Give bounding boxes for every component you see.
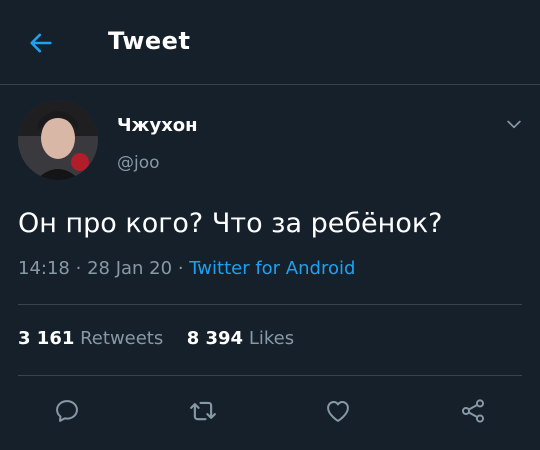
retweets-count: 3 161 [18,328,75,349]
retweets-label: Retweets [80,328,164,349]
heart-icon [327,401,349,422]
divider [18,304,522,305]
back-button[interactable] [24,26,58,60]
meta-separator: · [177,258,184,279]
share-button[interactable] [456,394,490,428]
tweet-stats: 3 161 Retweets 8 394 Likes [18,328,294,349]
likes-count: 8 394 [186,328,244,349]
likes-label: Likes [248,328,295,349]
retweet-button[interactable] [186,394,220,428]
tweet-source-link[interactable]: Twitter for Android [189,258,355,279]
user-handle[interactable]: @joo [117,153,160,173]
share-icon [461,399,485,423]
retweets-stat[interactable]: 3 161 Retweets [18,328,169,349]
tweet-meta: 14:18 · 28 Jan 20 · Twitter for Android [18,258,355,279]
chevron-down-icon [507,120,521,129]
more-options-button[interactable] [502,112,526,136]
tweet-text: Он про кого? Что за ребёнок? [18,208,443,239]
tweet-time[interactable]: 14:18 [18,258,70,279]
divider [18,375,522,376]
display-name[interactable]: Чжухон [117,115,198,136]
reply-icon [56,400,78,422]
arrow-left-icon [30,33,52,53]
page-title: Tweet [108,27,191,55]
like-button[interactable] [321,394,355,428]
likes-stat[interactable]: 8 394 Likes [187,328,294,349]
reply-button[interactable] [50,394,84,428]
avatar[interactable] [18,100,98,180]
meta-separator: · [75,258,82,279]
tweet-date[interactable]: 28 Jan 20 [87,258,172,279]
retweet-icon [190,401,216,421]
header-bar: Tweet [0,0,540,85]
